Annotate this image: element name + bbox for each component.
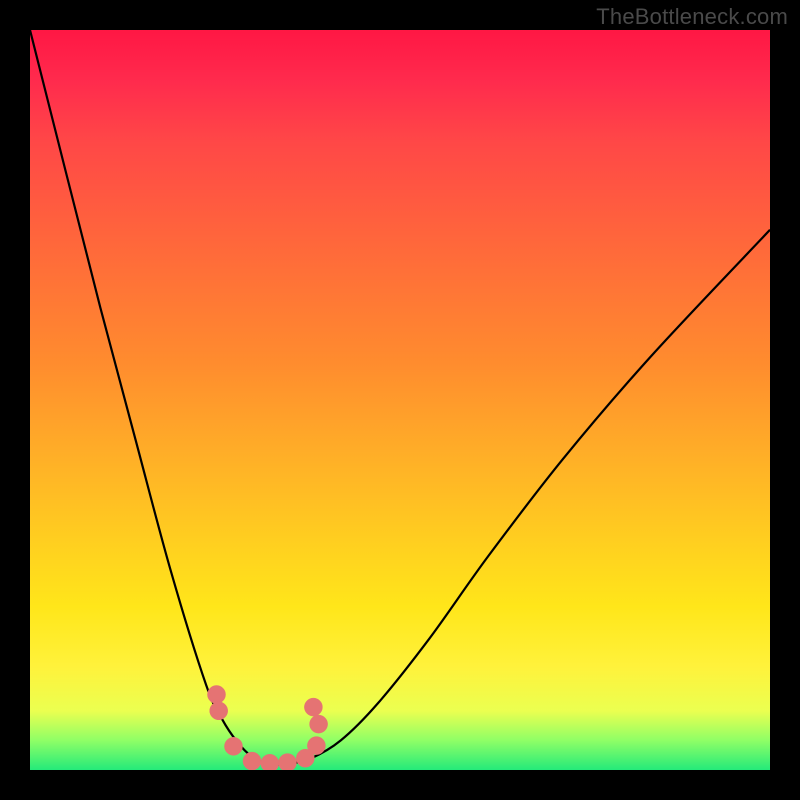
marker-dot [225, 737, 243, 755]
outer-frame: TheBottleneck.com [0, 0, 800, 800]
marker-dot [243, 752, 261, 770]
marker-dot [307, 737, 325, 755]
marker-dot [304, 698, 322, 716]
marker-dot [279, 754, 297, 770]
marker-dot [310, 715, 328, 733]
plot-area [30, 30, 770, 770]
marker-cluster [208, 686, 328, 771]
marker-dot [208, 686, 226, 704]
curve-layer [30, 30, 770, 770]
marker-dot [210, 702, 228, 720]
bottleneck-curve [30, 30, 770, 765]
marker-dot [261, 754, 279, 770]
watermark-text: TheBottleneck.com [596, 4, 788, 30]
